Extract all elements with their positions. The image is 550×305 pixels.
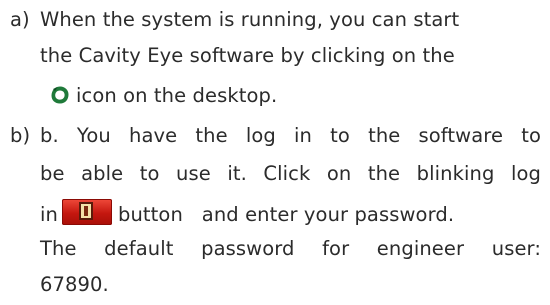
item-b-marker: b) [10, 124, 31, 147]
item-b-line-5: 67890. [40, 273, 109, 296]
item-a-marker: a) [10, 8, 30, 31]
item-a-line-3: icon on the desktop. [76, 84, 278, 107]
item-b-line-3-row: in button and enter your password. [40, 199, 541, 227]
keyhole-glyph [78, 202, 93, 220]
cavity-eye-icon [51, 86, 69, 104]
login-key-icon[interactable] [61, 199, 112, 225]
instructions-document: a) When the system is running, you can s… [0, 0, 550, 305]
item-b-line-1: b. You have the log in to the software t… [40, 124, 541, 147]
item-a-line-2: the Cavity Eye software by clicking on t… [40, 44, 455, 67]
item-b-line-2: be able to use it. Click on the blinking… [40, 162, 541, 185]
item-b-line-4: The default password for engineer user: [40, 237, 541, 260]
item-b-line-3-pre: in [40, 203, 58, 226]
item-b-line-3-post: button and enter your password. [117, 203, 455, 226]
item-a-line-1: When the system is running, you can star… [40, 8, 460, 31]
item-a-line-3-row: icon on the desktop. [50, 84, 277, 108]
